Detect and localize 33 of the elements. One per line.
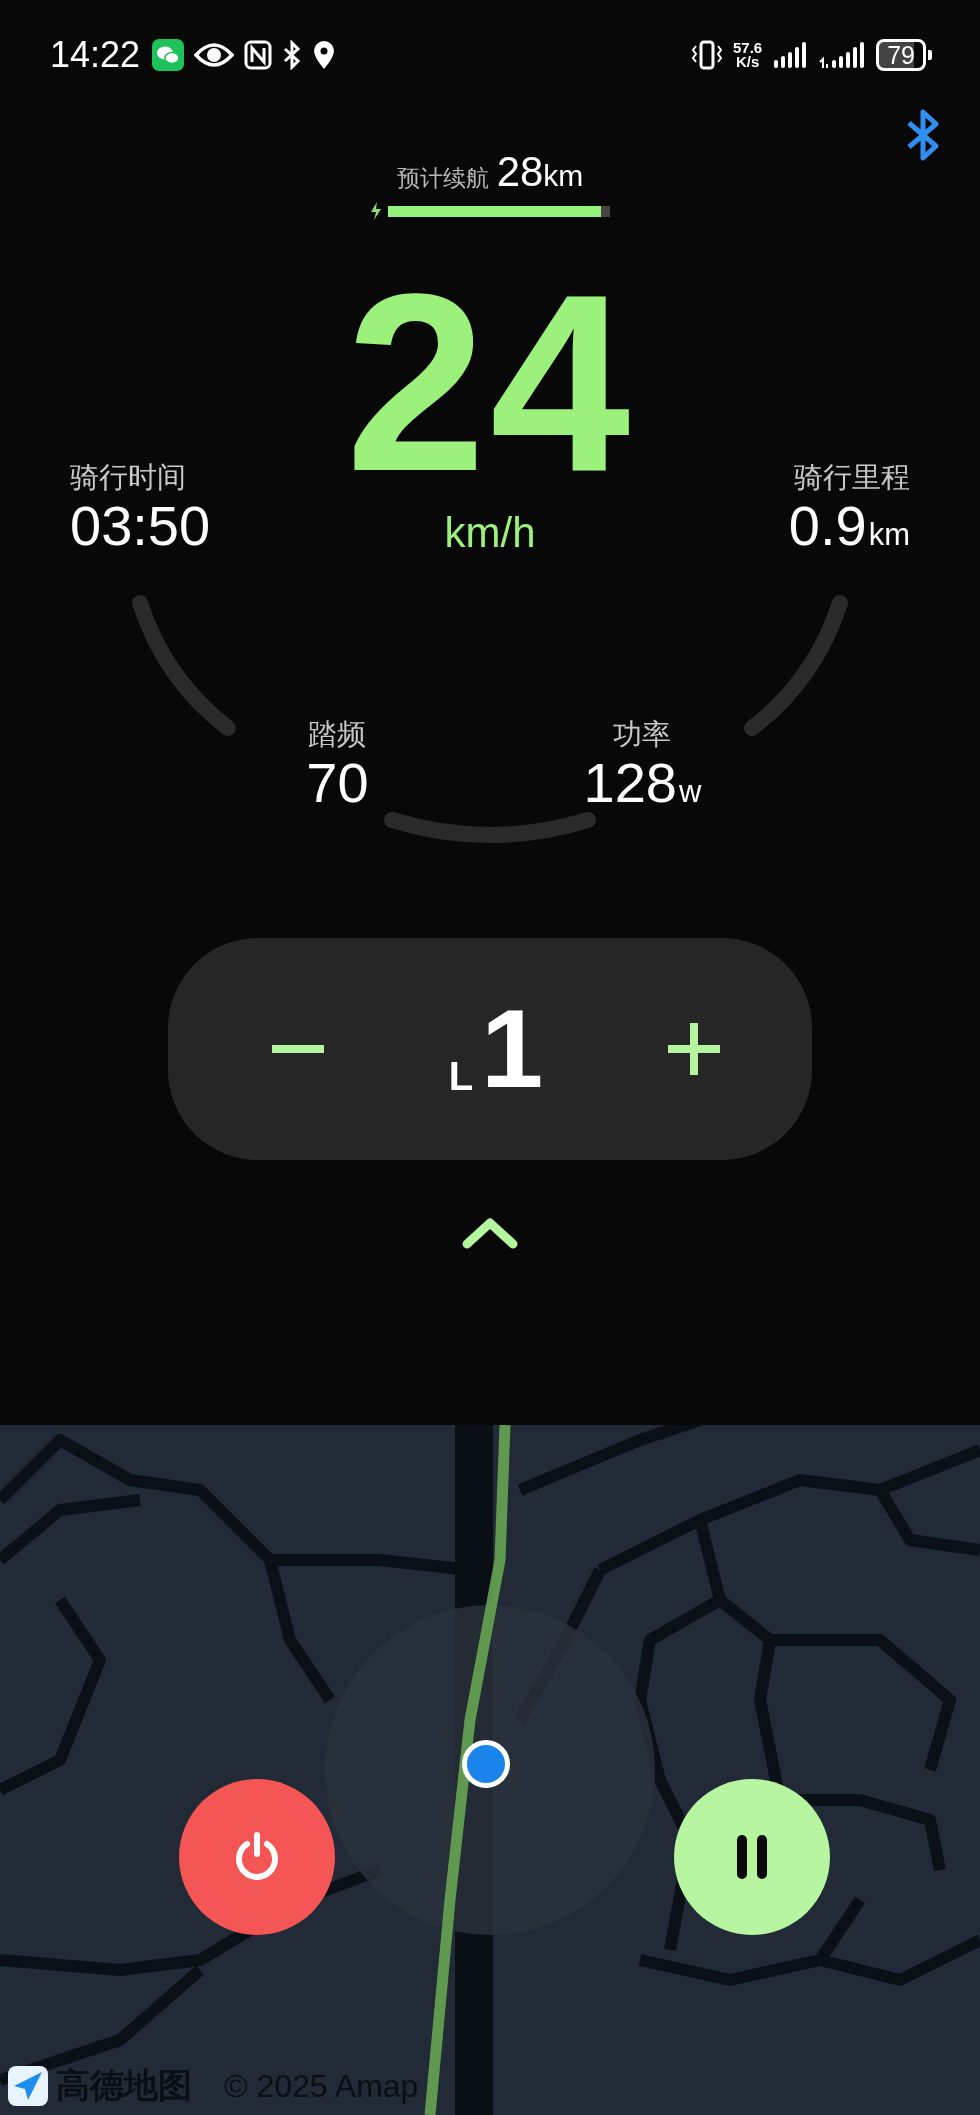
clock-time: 14:22	[50, 34, 141, 76]
location-pin-icon	[312, 40, 337, 70]
stat-value: 03:50	[70, 495, 211, 557]
gear-prefix: L	[448, 1061, 474, 1092]
signal-icon	[818, 40, 867, 70]
chevron-up-icon[interactable]	[462, 1217, 518, 1250]
range-value: 28km	[496, 148, 584, 196]
stat-label: 骑行里程	[794, 460, 910, 496]
gear-level: 1	[481, 1007, 544, 1092]
nfc-icon	[244, 40, 273, 70]
speed-value: 24	[345, 270, 635, 497]
stat-value: 70	[306, 751, 369, 814]
stat-label: 骑行时间	[70, 460, 186, 496]
charging-bolt-icon	[370, 202, 382, 220]
bluetooth-icon	[282, 40, 303, 70]
stat-label: 功率	[613, 716, 672, 752]
vibrate-icon	[691, 39, 723, 71]
stat-value: 0.9km	[788, 495, 910, 557]
signal-icon	[772, 40, 809, 70]
network-speed: 57.6	[733, 40, 763, 55]
minus-icon[interactable]	[272, 1045, 324, 1054]
network-speed-unit: K/s	[735, 55, 760, 70]
map-app-logo-icon	[8, 2066, 48, 2106]
stat-label: 踏频	[308, 716, 367, 752]
bluetooth-icon[interactable]	[906, 108, 940, 162]
range-label: 预计续航	[396, 164, 489, 193]
pause-icon	[735, 1835, 769, 1879]
chat-app-icon	[152, 39, 185, 71]
eye-icon	[194, 41, 235, 69]
speed-unit: km/h	[444, 508, 536, 557]
stat-value: 128w	[583, 751, 702, 814]
power-icon	[233, 1832, 281, 1882]
plus-icon[interactable]	[668, 1023, 720, 1076]
